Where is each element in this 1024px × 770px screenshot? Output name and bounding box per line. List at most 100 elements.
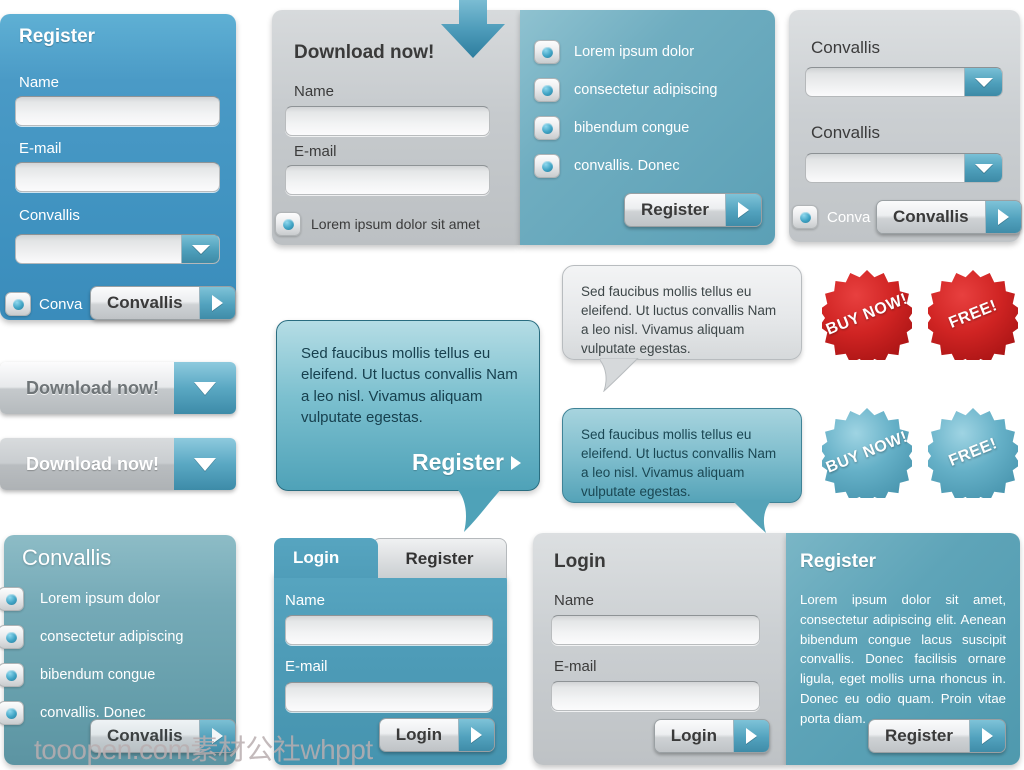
list-item-label: Lorem ipsum dolor bbox=[574, 44, 695, 60]
badge-label: FREE! bbox=[946, 297, 1000, 332]
list-panel-title: Convallis bbox=[22, 545, 112, 570]
tab-login-label: Login bbox=[293, 548, 340, 567]
list-item-label: convallis. Donec bbox=[574, 158, 680, 174]
download-now-label: Download now! bbox=[0, 362, 174, 414]
name-input[interactable] bbox=[15, 96, 220, 126]
list-item[interactable]: consectetur adipiscing bbox=[0, 625, 236, 649]
radio-button[interactable] bbox=[0, 701, 24, 725]
download-email-input[interactable] bbox=[285, 165, 490, 195]
convallis-select-label: Convallis bbox=[19, 207, 80, 224]
radio-label: Conva bbox=[39, 295, 83, 313]
list-item[interactable]: consectetur adipiscing bbox=[534, 78, 717, 102]
convallis1-label: Convallis bbox=[811, 38, 880, 57]
split-register-button-label: Register bbox=[868, 720, 969, 752]
arrow-right-icon bbox=[969, 720, 1005, 752]
radio-button[interactable] bbox=[534, 116, 560, 140]
radio-button[interactable] bbox=[534, 40, 560, 64]
convallis-select[interactable] bbox=[15, 234, 220, 264]
split-panel-login: Login Name E-mail Login bbox=[533, 533, 786, 765]
name-label: Name bbox=[19, 74, 60, 91]
register-card: Register Name E-mail Convallis Conva Con… bbox=[0, 14, 236, 320]
login-button[interactable]: Login bbox=[378, 718, 495, 752]
download-card-title: Download now! bbox=[294, 42, 435, 63]
radio-button[interactable] bbox=[5, 292, 31, 316]
convallis-submit-button[interactable]: Convallis bbox=[876, 200, 1022, 234]
register-button-label: Register bbox=[624, 194, 725, 226]
download-card-list-side: Lorem ipsum dolor consectetur adipiscing… bbox=[520, 10, 775, 245]
email-input[interactable] bbox=[15, 162, 220, 192]
bubble-cta[interactable]: Register bbox=[412, 449, 521, 476]
login-button-label: Login bbox=[379, 719, 458, 751]
chevron-down-icon[interactable] bbox=[964, 68, 1002, 96]
feature-list: Lorem ipsum dolor consectetur adipiscing… bbox=[534, 40, 717, 178]
checkbox-label: Lorem ipsum dolor sit amet bbox=[311, 216, 480, 232]
bubble-body: Sed faucibus mollis tellus eu eleifend. … bbox=[301, 345, 518, 426]
radio-button[interactable] bbox=[534, 78, 560, 102]
split-login-email-label: E-mail bbox=[554, 658, 597, 675]
register-button[interactable]: Register bbox=[623, 193, 762, 227]
convallis-submit-label: Convallis bbox=[877, 201, 985, 233]
tooltip-blue-body: Sed faucibus mollis tellus eu eleifend. … bbox=[581, 427, 777, 500]
list-item-label: bibendum congue bbox=[574, 120, 690, 136]
ui-kit-canvas: Register Name E-mail Convallis Conva Con… bbox=[0, 0, 1024, 770]
submit-button-label: Convallis bbox=[91, 287, 199, 319]
badge-buy-now-red[interactable]: BUY NOW! bbox=[822, 270, 912, 360]
badge-free-blue[interactable]: FREE! bbox=[928, 408, 1018, 498]
radio-button[interactable] bbox=[0, 625, 24, 649]
split-login-button[interactable]: Login bbox=[653, 719, 770, 753]
badge-buy-now-blue[interactable]: BUY NOW! bbox=[822, 408, 912, 498]
badge-label: BUY NOW! bbox=[823, 290, 911, 339]
split-login-email-input[interactable] bbox=[551, 681, 760, 711]
tab-email-label: E-mail bbox=[285, 658, 328, 675]
chevron-down-icon[interactable] bbox=[964, 154, 1002, 182]
list-item[interactable]: Lorem ipsum dolor bbox=[0, 587, 236, 611]
tooltip-blue: Sed faucibus mollis tellus eu eleifend. … bbox=[562, 408, 802, 503]
convallis1-select[interactable] bbox=[805, 67, 1003, 97]
split-register-title: Register bbox=[800, 551, 877, 572]
badge-free-red[interactable]: FREE! bbox=[928, 270, 1018, 360]
split-panel-register: Register Lorem ipsum dolor sit amet, con… bbox=[786, 533, 1020, 765]
download-now-button-gray[interactable]: Download now! bbox=[0, 438, 236, 490]
split-login-name-label: Name bbox=[554, 592, 595, 609]
tooltip-gray-tail bbox=[600, 358, 639, 392]
list-item-label: consectetur adipiscing bbox=[574, 82, 718, 98]
download-now-button-light[interactable]: Download now! bbox=[0, 362, 236, 414]
arrow-right-icon bbox=[725, 194, 761, 226]
download-email-label: E-mail bbox=[294, 143, 337, 160]
watermark: tooopen.com素材公社whppt bbox=[34, 734, 373, 765]
split-register-body: Lorem ipsum dolor sit amet, consectetur … bbox=[800, 592, 1006, 726]
bubble-cta-label: Register bbox=[411, 449, 504, 475]
convallis-card: Convallis Convallis Conva Convallis bbox=[789, 10, 1022, 242]
list-item[interactable]: bibendum congue bbox=[534, 116, 717, 140]
list-item[interactable]: convallis. Donec bbox=[534, 154, 717, 178]
chevron-down-icon[interactable] bbox=[181, 235, 219, 263]
tab-name-input[interactable] bbox=[285, 615, 493, 645]
split-register-button[interactable]: Register bbox=[867, 719, 1006, 753]
tab-login[interactable]: Login bbox=[274, 538, 378, 578]
arrow-right-icon bbox=[733, 720, 769, 752]
list-item[interactable]: bibendum congue bbox=[0, 663, 236, 687]
convallis2-select[interactable] bbox=[805, 153, 1003, 183]
download-name-input[interactable] bbox=[285, 106, 490, 136]
tab-register-label: Register bbox=[405, 548, 474, 568]
register-speech-bubble: Sed faucibus mollis tellus eu eleifend. … bbox=[276, 320, 540, 491]
radio-button[interactable] bbox=[792, 205, 818, 229]
list-item[interactable]: Lorem ipsum dolor bbox=[534, 40, 717, 64]
list-item-label: Lorem ipsum dolor bbox=[40, 591, 161, 607]
arrow-right-icon bbox=[458, 719, 494, 751]
tab-register[interactable]: Register bbox=[372, 538, 507, 578]
radio-button[interactable] bbox=[0, 663, 24, 687]
badge-label: FREE! bbox=[946, 435, 1000, 470]
checkbox-radio[interactable] bbox=[275, 212, 301, 236]
tab-email-input[interactable] bbox=[285, 682, 493, 712]
download-now-label: Download now! bbox=[0, 438, 174, 490]
download-name-label: Name bbox=[294, 83, 335, 100]
radio-button[interactable] bbox=[0, 587, 24, 611]
split-login-button-label: Login bbox=[654, 720, 733, 752]
arrow-right-icon bbox=[198, 287, 235, 319]
tooltip-gray-body: Sed faucibus mollis tellus eu eleifend. … bbox=[581, 284, 777, 357]
split-login-name-input[interactable] bbox=[551, 615, 760, 645]
radio-button[interactable] bbox=[534, 154, 560, 178]
arrow-right-icon bbox=[511, 455, 521, 470]
submit-button[interactable]: Convallis bbox=[90, 286, 236, 320]
